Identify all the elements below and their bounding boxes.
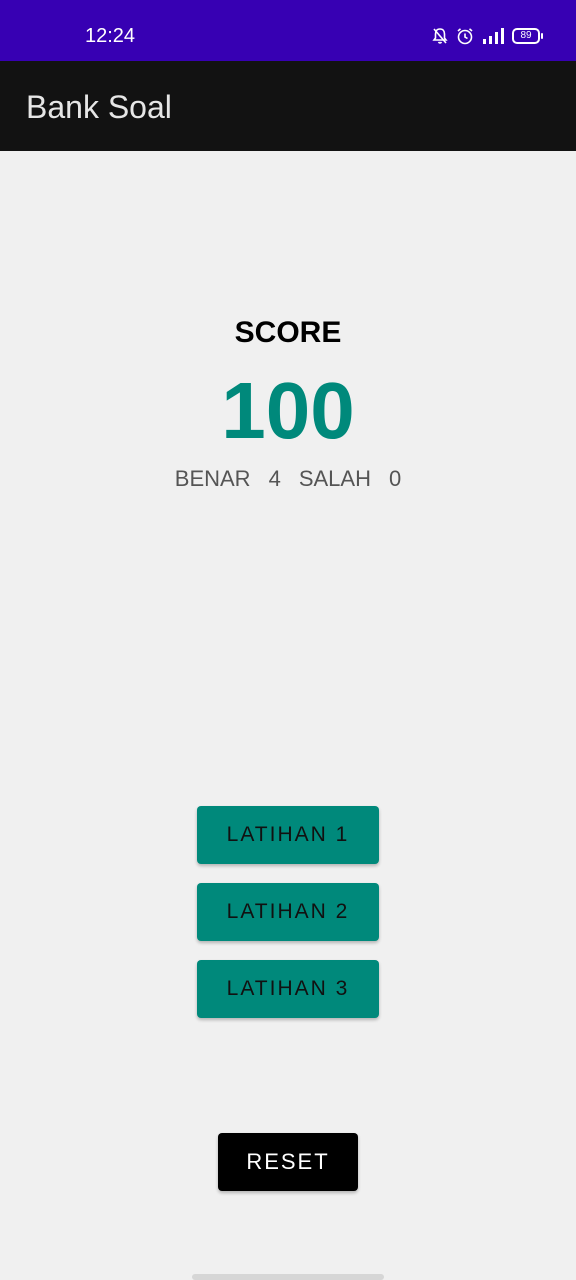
status-bar: 12:24 89 (0, 0, 576, 61)
latihan-2-button[interactable]: LATIHAN 2 (197, 883, 379, 941)
correct-count: 4 (268, 466, 281, 491)
latihan-1-button[interactable]: LATIHAN 1 (197, 806, 379, 864)
alarm-icon (456, 27, 474, 45)
score-value: 100 (221, 366, 355, 455)
latihan-3-button[interactable]: LATIHAN 3 (197, 960, 379, 1018)
status-time: 12:24 (85, 25, 136, 47)
wrong-label: SALAH (298, 466, 371, 491)
app-bar: Bank Soal (0, 61, 576, 151)
score-label: SCORE (234, 316, 342, 349)
app-title: Bank Soal (26, 89, 172, 125)
correct-label: BENAR (174, 466, 251, 491)
wrong-count: 0 (388, 466, 402, 491)
score-stats: BENAR 4 SALAH 0 (0, 466, 576, 492)
notifications-off-icon (432, 27, 448, 45)
home-indicator[interactable] (192, 1274, 384, 1280)
signal-icon (482, 28, 504, 44)
screen: 12:24 89 Bank Soal SCORE 100 BENAR 4 SAL… (0, 0, 576, 1280)
battery-icon: 89 (512, 28, 543, 44)
reset-button[interactable]: RESET (218, 1133, 358, 1191)
status-icons: 89 (432, 27, 543, 45)
